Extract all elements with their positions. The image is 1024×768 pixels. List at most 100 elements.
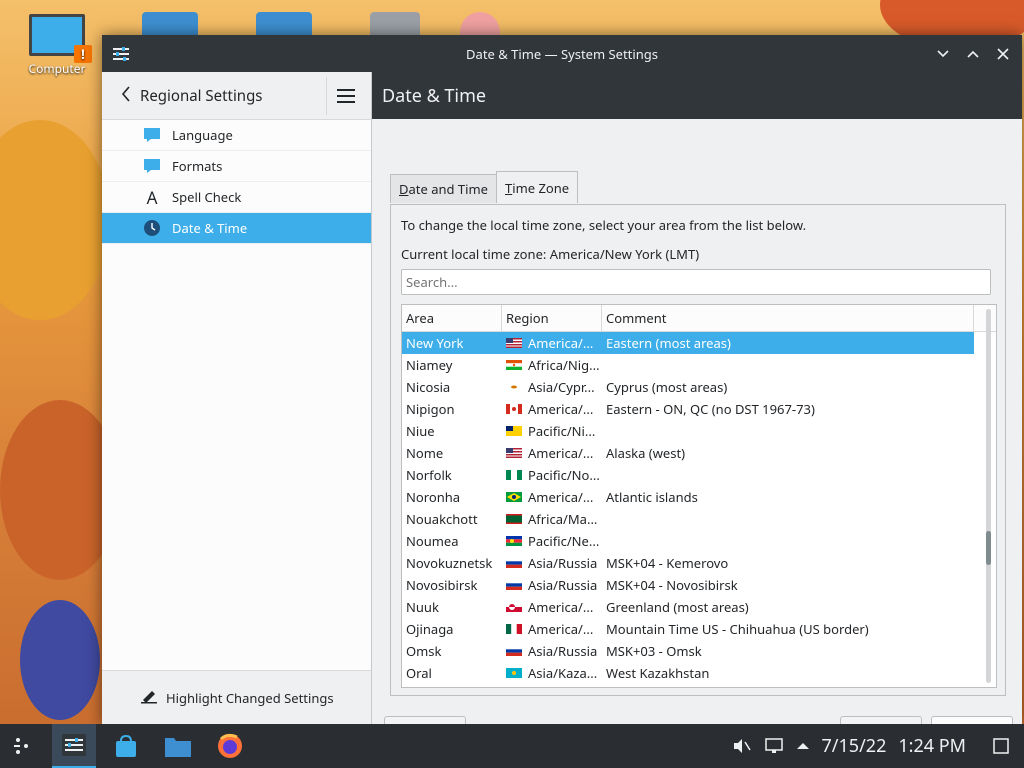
instruction-text: To change the local time zone, select yo… xyxy=(401,216,807,234)
sidebar-item-label: Formats xyxy=(172,157,223,175)
cell-comment: Greenland (most areas) xyxy=(606,598,749,616)
flag-icon xyxy=(506,448,522,458)
window-title: Date & Time — System Settings xyxy=(466,44,658,63)
vertical-scrollbar[interactable] xyxy=(986,309,991,683)
region-text: Pacific/No... xyxy=(528,466,600,484)
table-row[interactable]: Ojinaga America/... Mountain Time US - Chi… xyxy=(402,618,974,640)
cell-area: Nicosia xyxy=(406,378,451,396)
cell-area: Omsk xyxy=(406,642,442,660)
table-row[interactable]: Nuuk America/... Greenland (most areas) xyxy=(402,596,974,618)
table-row[interactable]: Novosibirsk Asia/Russia MSK+04 - Novosibir… xyxy=(402,574,974,596)
hamburger-menu-button[interactable] xyxy=(326,76,365,115)
application-launcher-button[interactable] xyxy=(0,724,44,768)
cell-area: Nuuk xyxy=(406,598,439,616)
sidebar: Regional Settings Language Formats A Spe… xyxy=(102,72,372,725)
table-row[interactable]: New York America/... Eastern (most areas) xyxy=(402,332,974,354)
taskbar-discover[interactable] xyxy=(104,724,148,768)
table-row[interactable]: Novokuznetsk Asia/Russia MSK+04 - Kemerovo xyxy=(402,552,974,574)
chevron-up-icon xyxy=(967,50,979,58)
tab-time-zone[interactable]: Time Zone xyxy=(495,171,579,203)
cell-comment: MSK+03 - Omsk xyxy=(606,642,702,660)
volume-muted-icon[interactable] xyxy=(732,736,752,756)
network-icon[interactable] xyxy=(764,737,784,755)
region-text: Africa/Nig... xyxy=(528,356,600,374)
table-row[interactable]: Nome America/... Alaska (west) xyxy=(402,442,974,464)
cell-area: Norfolk xyxy=(406,466,452,484)
cell-region: Pacific/Ne... xyxy=(502,532,602,550)
speech-bubble-icon xyxy=(142,157,162,175)
table-header: Area Region Comment xyxy=(402,305,996,332)
table-row[interactable]: Noronha America/... Atlantic islands xyxy=(402,486,974,508)
maximize-button[interactable] xyxy=(962,43,984,65)
cell-region: Asia/Russia xyxy=(502,642,602,660)
cell-comment: Mountain Time US - Chihuahua (US border) xyxy=(606,620,869,638)
flag-icon xyxy=(506,426,522,436)
table-row[interactable]: Oral Asia/Kaza... West Kazakhstan xyxy=(402,662,974,684)
sidebar-header: Regional Settings xyxy=(102,72,371,120)
back-button[interactable] xyxy=(112,82,140,109)
cell-area: Niue xyxy=(406,422,435,440)
cell-region: Asia/Kaza... xyxy=(502,664,602,682)
settings-app-icon[interactable] xyxy=(112,45,130,63)
taskbar-file-manager[interactable] xyxy=(156,724,200,768)
table-row[interactable]: Nipigon America/... Eastern - ON, QC (no D… xyxy=(402,398,974,420)
sidebar-item-label: Language xyxy=(172,126,233,144)
system-settings-window: Date & Time — System Settings Regional S… xyxy=(102,35,1022,746)
chevron-up-icon[interactable] xyxy=(796,740,810,752)
cell-comment: Eastern - ON, QC (no DST 1967-73) xyxy=(606,400,815,418)
main-panel: Date & Time Date and Time Time Zone To c… xyxy=(372,72,1022,746)
sidebar-item-language[interactable]: Language xyxy=(102,120,371,151)
search-input[interactable] xyxy=(401,269,991,295)
tab-date-and-time[interactable]: Date and Time xyxy=(390,174,497,203)
cell-area: Noronha xyxy=(406,488,461,506)
flag-icon xyxy=(506,580,522,590)
table-row[interactable]: Nouakchott Africa/Ma... xyxy=(402,508,974,530)
region-text: Asia/Russia xyxy=(528,554,598,572)
minimize-button[interactable] xyxy=(932,43,954,65)
region-text: America/... xyxy=(528,620,594,638)
flag-icon xyxy=(506,470,522,480)
table-row[interactable]: Norfolk Pacific/No... xyxy=(402,464,974,486)
highlight-changed-settings-label: Highlight Changed Settings xyxy=(166,689,334,707)
cell-comment: Atlantic islands xyxy=(606,488,698,506)
scrollbar-thumb[interactable] xyxy=(986,531,991,565)
flag-icon xyxy=(506,338,522,348)
table-row[interactable]: Niue Pacific/Ni... xyxy=(402,420,974,442)
flag-icon xyxy=(506,536,522,546)
cell-comment: Eastern (most areas) xyxy=(606,334,731,352)
chevron-left-icon xyxy=(121,86,130,102)
settings-app-icon xyxy=(62,734,86,756)
cell-region: America/... xyxy=(502,334,602,352)
clock-date[interactable]: 7/15/22 xyxy=(822,734,887,758)
cell-comment: Alaska (west) xyxy=(606,444,686,462)
close-button[interactable] xyxy=(992,43,1014,65)
column-header-comment[interactable]: Comment xyxy=(602,305,974,331)
sidebar-item-spell-check[interactable]: A Spell Check xyxy=(102,182,371,213)
flag-icon xyxy=(506,382,522,392)
highlight-changed-settings-button[interactable]: Highlight Changed Settings xyxy=(102,670,371,725)
sidebar-item-formats[interactable]: Formats xyxy=(102,151,371,182)
region-text: America/... xyxy=(528,334,594,352)
chevron-down-icon xyxy=(937,50,949,58)
tab-bar: Date and Time Time Zone xyxy=(390,171,579,203)
clock-time[interactable]: 1:24 PM xyxy=(898,734,966,758)
flag-icon xyxy=(506,668,522,678)
column-header-area[interactable]: Area xyxy=(402,305,502,331)
taskbar-firefox[interactable] xyxy=(208,724,252,768)
taskbar-system-settings[interactable] xyxy=(52,724,96,768)
page-title: Date & Time xyxy=(372,72,1022,119)
time-zone-table[interactable]: Area Region Comment New York America/... E… xyxy=(401,304,997,688)
cell-region: America/... xyxy=(502,598,602,616)
region-text: America/... xyxy=(528,598,594,616)
table-row[interactable]: Nicosia Asia/Cypr... Cyprus (most areas) xyxy=(402,376,974,398)
region-text: Africa/Ma... xyxy=(528,510,598,528)
flag-icon xyxy=(506,360,522,370)
table-row[interactable]: Niamey Africa/Nig... xyxy=(402,354,974,376)
show-desktop-icon[interactable] xyxy=(992,737,1010,755)
table-row[interactable]: Omsk Asia/Russia MSK+03 - Omsk xyxy=(402,640,974,662)
column-header-region[interactable]: Region xyxy=(502,305,602,331)
desktop-computer-icon[interactable]: ! Computer xyxy=(22,14,92,77)
table-row[interactable]: Noumea Pacific/Ne... xyxy=(402,530,974,552)
window-titlebar[interactable]: Date & Time — System Settings xyxy=(102,35,1022,72)
sidebar-item-date-time[interactable]: Date & Time xyxy=(102,213,371,244)
